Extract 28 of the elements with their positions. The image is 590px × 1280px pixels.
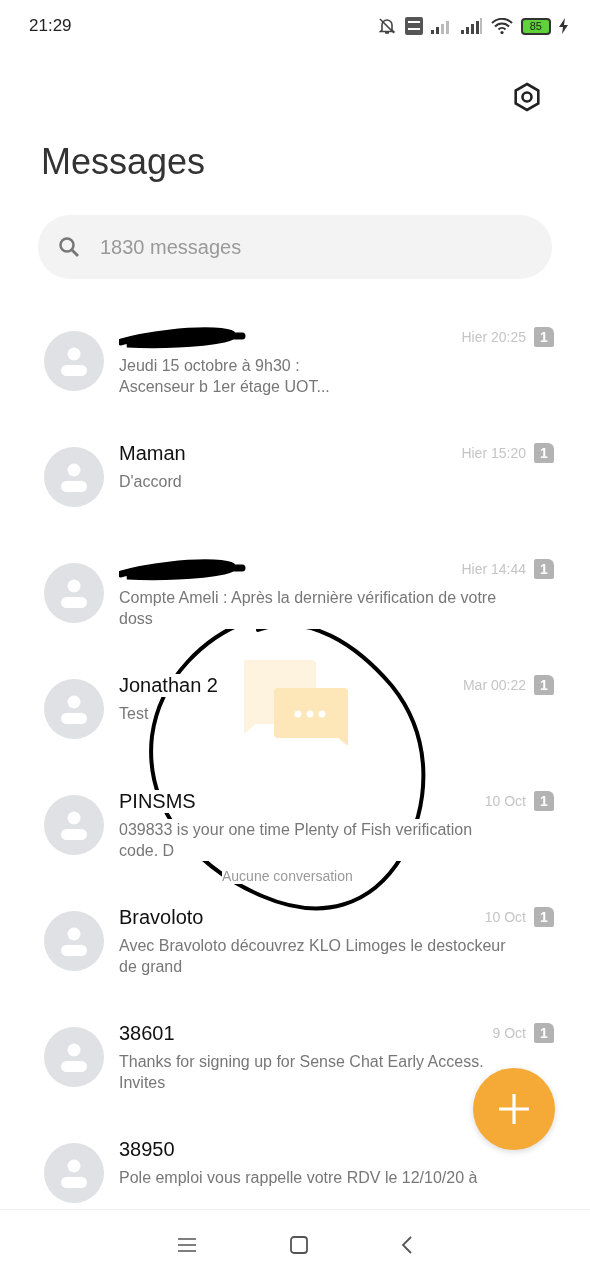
message-time: 10 Oct xyxy=(484,793,526,809)
message-time: 9 Oct xyxy=(492,1025,526,1041)
sim-badge: 1 xyxy=(534,559,554,579)
conversation-item[interactable]: PINSMS 10 Oct 1 039833 is your one time Plenty of Fish verification code. D xyxy=(0,781,590,865)
sim-badge: 1 xyxy=(534,675,554,695)
conversation-item[interactable]: Bravoloto 10 Oct 1 Avec Bravoloto découvrez KLO Limoges le destockeur de grand xyxy=(0,897,590,981)
message-time: Hier 20:25 xyxy=(461,329,526,345)
sim-badge: 1 xyxy=(534,1023,554,1043)
message-time: Hier 14:44 xyxy=(461,561,526,577)
message-time: Mar 00:22 xyxy=(462,677,526,693)
sim-badge: 1 xyxy=(534,791,554,811)
conversation-item[interactable]: 38950 Pole emploi vous rappelle votre RDV le 12/10/20 à xyxy=(0,1129,590,1211)
conversation-item[interactable]: Maman Hier 15:20 1 D'accord xyxy=(0,433,590,517)
search-field[interactable]: 1830 messages xyxy=(38,215,552,279)
message-time: 10 Oct xyxy=(484,909,526,925)
battery-indicator: 85 xyxy=(520,17,551,35)
conversation-item[interactable]: Hier 20:25 1 Jeudi 15 octobre à 9h30 : Ascenseur b 1er étage UOT... xyxy=(0,317,590,401)
page-title: Messages xyxy=(41,142,207,182)
sim-badge: 1 xyxy=(534,327,554,347)
conversation-item[interactable]: 38601 9 Oct 1 Thanks for signing up for Sense Chat Early Access. Invites xyxy=(0,1013,590,1097)
sim-badge: 1 xyxy=(534,907,554,927)
contact-name: Jonathan 2 xyxy=(119,673,218,697)
sim-badge: 1 xyxy=(534,443,554,463)
empty-state-text: Aucune conversation xyxy=(222,868,353,884)
conversation-item[interactable]: Hier 14:44 1 Compte Ameli : Après la dernière vérification de votre doss xyxy=(0,549,590,633)
message-time: Hier 15:20 xyxy=(461,445,526,461)
status-time: 21:29 xyxy=(29,16,72,36)
contact-name: PINSMS xyxy=(119,789,196,813)
